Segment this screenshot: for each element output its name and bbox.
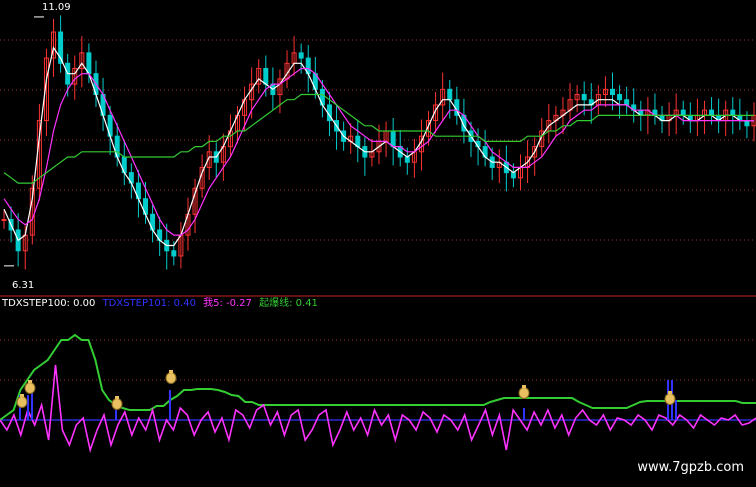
legend-qibaoxian: 起爆线: 0.41 xyxy=(259,298,318,309)
high-price-label: 11.09 xyxy=(42,2,71,13)
candle-body xyxy=(404,156,410,163)
candle-body xyxy=(624,99,630,106)
candle-body xyxy=(744,120,750,127)
candle-body xyxy=(730,109,736,116)
money-bag-knot xyxy=(20,394,24,397)
candle-body xyxy=(390,130,396,148)
money-bag-knot xyxy=(668,391,672,394)
candle-body xyxy=(510,172,516,179)
indicator-legend: TDXSTEP100: 0.00 TDXSTEP101: 0.40 我5: -0… xyxy=(2,298,322,310)
candle-body xyxy=(298,52,304,59)
candle-body xyxy=(609,88,615,96)
money-bag-icon xyxy=(518,387,530,399)
money-bag-icon xyxy=(111,398,123,410)
chart-canvas xyxy=(0,15,756,453)
legend-tdxstep100: TDXSTEP100: 0.00 xyxy=(2,298,96,309)
money-bag-knot xyxy=(28,380,32,383)
candle-body xyxy=(617,94,623,101)
candle-body xyxy=(263,67,269,85)
money-bag-icon xyxy=(24,382,36,394)
candle-body xyxy=(171,250,177,257)
money-bag-icon xyxy=(165,372,177,384)
money-bag-knot xyxy=(115,396,119,399)
money-bag-knot xyxy=(522,385,526,388)
legend-tdxstep101: TDXSTEP101: 0.40 xyxy=(102,298,196,309)
low-price-label: 6.31 xyxy=(12,280,35,291)
money-bag-knot xyxy=(169,370,173,373)
candle-body xyxy=(447,88,453,101)
candle-body xyxy=(680,109,686,116)
candle-body xyxy=(709,109,715,116)
candle-body xyxy=(86,52,92,75)
candle-body xyxy=(581,94,587,101)
money-bag-icon xyxy=(16,396,28,408)
legend-wo5: 我5: -0.27 xyxy=(203,298,252,309)
watermark-text: www.7gpzb.com xyxy=(637,460,744,475)
candle-body xyxy=(1,219,7,222)
money-bag-icon xyxy=(664,393,676,405)
